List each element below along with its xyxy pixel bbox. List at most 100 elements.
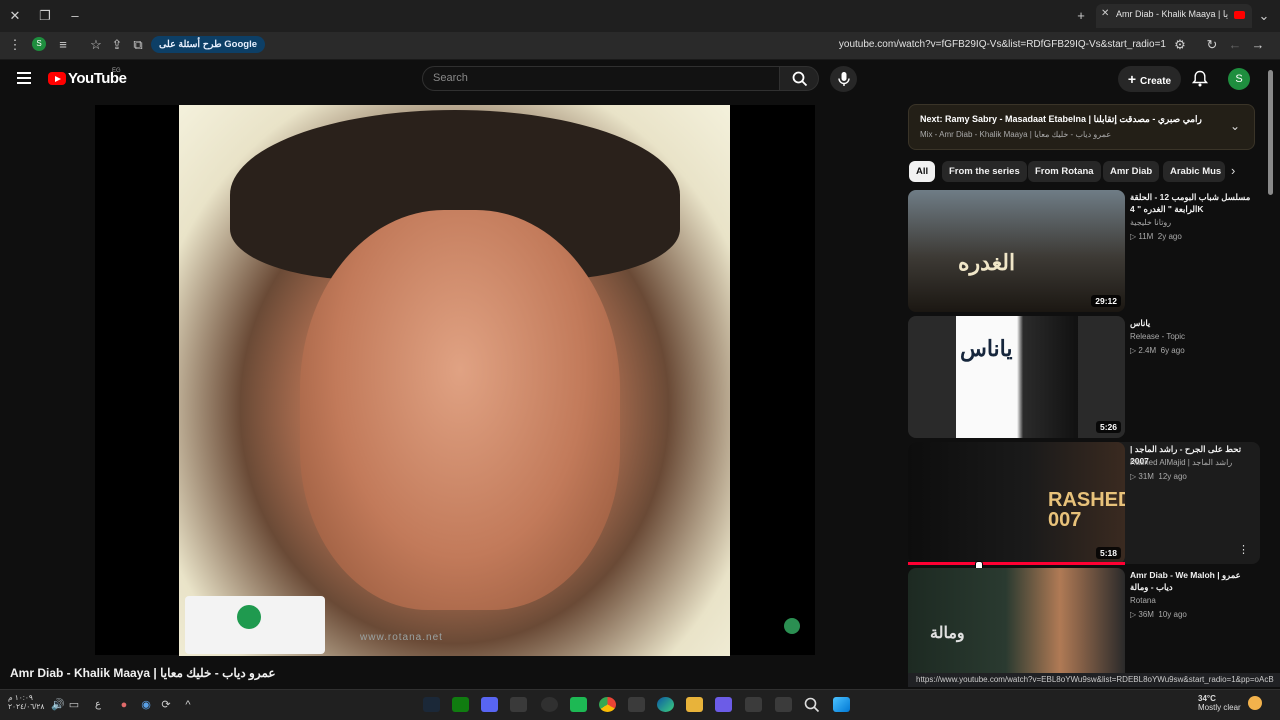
- video-meta: ▷ 36M 10y ago: [1130, 610, 1187, 619]
- account-avatar[interactable]: S: [1228, 68, 1250, 90]
- upload-age: 2y ago: [1157, 232, 1182, 241]
- discord-icon[interactable]: [481, 697, 498, 712]
- channel-name[interactable]: روتانا خليجية: [1130, 218, 1255, 227]
- microphone-tray-icon[interactable]: ●: [114, 695, 134, 715]
- video-thumbnail[interactable]: RASHED 007: [908, 442, 1125, 564]
- create-label: Create: [1139, 76, 1172, 87]
- microphone-icon: [838, 72, 850, 86]
- mix-subtitle: Mix - Amr Diab - Khalik Maaya | عمرو ديا…: [920, 130, 1112, 139]
- video-title: Amr Diab - We Maloh | عمرو دياب - ومالة: [1130, 570, 1241, 592]
- browser-menu-icon[interactable]: ⋮: [5, 35, 25, 55]
- site-settings-icon[interactable]: ⚙: [1170, 35, 1190, 55]
- channel-name[interactable]: Rotana: [1130, 596, 1255, 605]
- profile-icon[interactable]: S: [32, 37, 46, 51]
- reload-icon[interactable]: ↻: [1202, 35, 1222, 55]
- chevron-down-icon[interactable]: ⌄: [1230, 119, 1240, 133]
- input-language[interactable]: ع: [88, 695, 108, 715]
- taskbar-clock[interactable]: ١٠:٠٩ م ٢٠٢٤/٠٦/٢٨: [8, 693, 44, 711]
- windows-start-icon[interactable]: [833, 697, 850, 712]
- notepad-icon[interactable]: [510, 697, 527, 712]
- url-field[interactable]: youtube.com/watch?v=fGFB29IQ-Vs&list=RDf…: [800, 36, 1166, 53]
- minimize-window-icon[interactable]: –: [65, 6, 85, 26]
- new-tab-icon[interactable]: +: [1071, 6, 1091, 26]
- channel-name[interactable]: Release - Topic: [1130, 332, 1255, 341]
- file-explorer-icon[interactable]: [686, 697, 703, 712]
- search-button[interactable]: [779, 66, 819, 91]
- chip-from-rotana[interactable]: From Rotana: [1028, 161, 1101, 182]
- view-count: 2.4M: [1138, 346, 1157, 355]
- video-meta: ▷ 31M 12y ago: [1130, 472, 1187, 481]
- video-thumbnail[interactable]: ومالة: [908, 568, 1125, 673]
- upload-age: 6y ago: [1160, 346, 1185, 355]
- duration-badge: 5:26: [1095, 421, 1121, 433]
- extensions-icon[interactable]: ⧉: [128, 35, 148, 55]
- share-icon[interactable]: ⇪: [107, 35, 127, 55]
- google-lens-pill[interactable]: طرح أسئلة على Google: [151, 36, 265, 53]
- chevron-right-icon[interactable]: ›: [1231, 163, 1235, 178]
- list-item[interactable]: ومالة Amr Diab - We Maloh | عمرو دياب - …: [908, 568, 1260, 673]
- xbox-icon[interactable]: [452, 697, 469, 712]
- sync-icon[interactable]: ⟳: [156, 695, 176, 715]
- guide-menu-icon[interactable]: [17, 72, 31, 84]
- weather-widget[interactable]: 34°C Mostly clear: [1198, 694, 1241, 712]
- list-item[interactable]: ياناس 5:26 ياناس Release - Topic ▷ 2.4M …: [908, 316, 1260, 438]
- app-icon[interactable]: [745, 697, 762, 712]
- page-scrollbar[interactable]: [1268, 70, 1273, 195]
- close-tab-icon[interactable]: ✕: [1101, 8, 1109, 19]
- youtube-logo-icon[interactable]: [48, 72, 66, 85]
- browser-tab[interactable]: ✕ Amr Diab - Khalik Maaya | خليك معايا: [1096, 4, 1252, 28]
- network-icon[interactable]: ◉: [136, 695, 156, 715]
- back-icon[interactable]: →: [1248, 35, 1268, 55]
- view-count: 36M: [1138, 610, 1154, 619]
- artwork-face-shape: [300, 210, 620, 610]
- edge-icon[interactable]: [657, 697, 674, 712]
- chip-amr-diab[interactable]: Amr Diab: [1103, 161, 1160, 182]
- voice-search-button[interactable]: [830, 66, 857, 92]
- thumbnail-text: الغدره: [958, 250, 1016, 275]
- weather-temperature: 34°C: [1198, 694, 1216, 703]
- chip-arabic-music[interactable]: Arabic Mus: [1163, 161, 1225, 182]
- restore-window-icon[interactable]: ❐: [35, 6, 55, 26]
- mix-playlist-panel[interactable]: [908, 104, 1255, 150]
- video-title: ياناس: [1130, 318, 1151, 328]
- search-taskbar-icon[interactable]: [804, 697, 821, 713]
- video-thumbnail[interactable]: ياناس: [908, 316, 1125, 438]
- settings-gear-icon[interactable]: [541, 697, 558, 712]
- video-thumbnail[interactable]: الغدره: [908, 190, 1125, 312]
- weather-condition: Mostly clear: [1198, 703, 1241, 712]
- bookmark-star-icon[interactable]: ☆: [86, 35, 106, 55]
- list-item[interactable]: الغدره 29:12 مسلسل شباب البومب 12 - الحل…: [908, 190, 1260, 312]
- channel-name[interactable]: Rashed AlMajid | راشد الماجد: [1130, 458, 1255, 467]
- task-view-icon[interactable]: [775, 697, 792, 712]
- steam-icon[interactable]: [423, 697, 440, 712]
- rotana-url-watermark: www.rotana.net: [360, 632, 443, 643]
- youtube-favicon-icon: [1234, 11, 1245, 19]
- reading-list-icon[interactable]: ≡: [53, 35, 73, 55]
- thumbnail-text: ومالة: [930, 625, 965, 642]
- copilot-icon[interactable]: [715, 697, 732, 712]
- notifications-bell-icon[interactable]: [1191, 70, 1209, 92]
- list-item[interactable]: RASHED 007 5:18 تحط على الجرح - راشد الم…: [908, 442, 1260, 564]
- chip-from-the-series[interactable]: From the series: [942, 161, 1027, 182]
- store-icon[interactable]: [628, 697, 645, 712]
- media-app-icon[interactable]: [570, 697, 587, 712]
- chip-all[interactable]: All: [909, 161, 936, 182]
- duration-badge: 29:12: [1091, 295, 1121, 307]
- channel-watermark-icon[interactable]: [784, 618, 800, 634]
- rotana-logo-icon: [237, 605, 261, 629]
- close-window-icon[interactable]: ✕: [5, 6, 25, 26]
- tab-title: Amr Diab - Khalik Maaya | خليك معايا: [1116, 9, 1228, 19]
- forward-icon[interactable]: ←: [1225, 35, 1245, 55]
- tray-overflow-icon[interactable]: ^: [178, 695, 198, 715]
- chrome-icon[interactable]: [599, 697, 616, 712]
- tab-search-icon[interactable]: ⌄: [1254, 6, 1274, 26]
- display-icon[interactable]: ▭: [64, 695, 84, 715]
- watch-progress-bar: [908, 562, 1125, 565]
- view-count: 31M: [1138, 472, 1154, 481]
- next-video-title: Next: Ramy Sabry - Masadaat Etabelna | ر…: [920, 114, 1202, 124]
- create-button[interactable]: + Create: [1118, 66, 1181, 92]
- search-input[interactable]: Search: [422, 66, 780, 91]
- view-count: 11M: [1138, 232, 1154, 241]
- link-status-url: https://www.youtube.com/watch?v=EBL8oYWu…: [908, 673, 1280, 687]
- more-actions-icon[interactable]: ⋮: [1238, 543, 1249, 556]
